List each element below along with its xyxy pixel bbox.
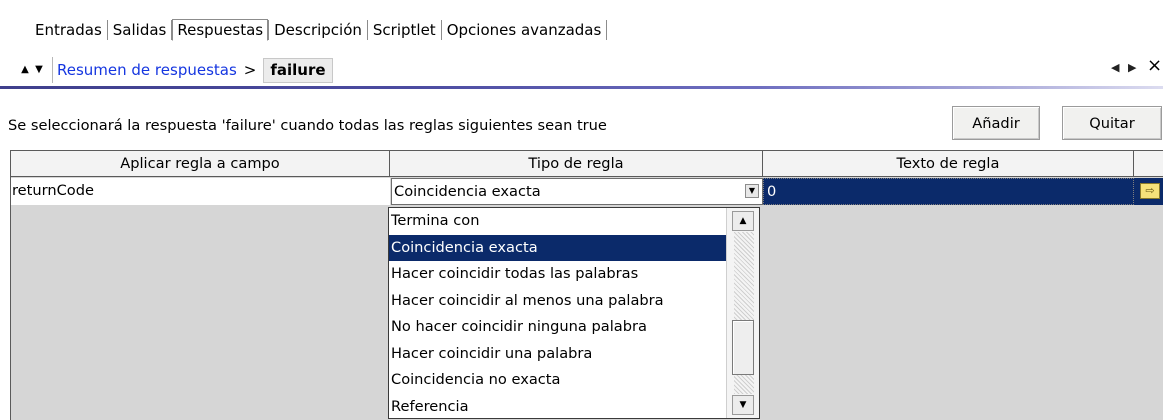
dropdown-option[interactable]: Hacer coincidir todas las palabras [389,261,728,288]
scroll-down-icon[interactable]: ▼ [732,395,754,415]
close-icon[interactable]: × [1147,56,1162,76]
pencil-arrow-icon[interactable]: ⇨ [1140,183,1160,199]
column-header-rule-type[interactable]: Tipo de regla [390,151,763,177]
scroll-up-icon[interactable]: ▲ [732,211,754,231]
triangle-left-icon[interactable]: ◀ [1111,61,1119,74]
breadcrumb: ▲ ▼ Resumen de respuestas > failure [18,55,333,85]
triangle-down-icon[interactable]: ▼ [32,65,46,75]
column-header-field[interactable]: Aplicar regla a campo [11,151,390,177]
tab-descripcion[interactable]: Descripción [269,20,367,40]
breadcrumb-divider [52,57,53,83]
rule-type-dropdown: Termina con Coincidencia exacta Hacer co… [388,207,760,419]
dropdown-option[interactable]: No hacer coincidir ninguna palabra [389,314,728,341]
tab-respuestas[interactable]: Respuestas [172,19,269,41]
triangle-up-icon[interactable]: ▲ [18,65,32,75]
dropdown-option[interactable]: Hacer coincidir al menos una palabra [389,288,728,315]
breadcrumb-separator: > [243,61,257,79]
remove-button[interactable]: Quitar [1062,106,1162,140]
rules-description: Se seleccionará la respuesta 'failure' c… [8,117,607,134]
rule-type-select[interactable]: Coincidencia exacta ▼ [391,178,763,205]
column-header-extra [1134,151,1163,177]
tab-divider [606,20,608,40]
dropdown-option[interactable]: Termina con [389,208,728,235]
cell-rule-text[interactable]: 0 [763,178,1134,205]
tab-opciones-avanzadas[interactable]: Opciones avanzadas [442,20,607,40]
dropdown-option-selected[interactable]: Coincidencia exacta [389,234,728,261]
tab-scriptlet[interactable]: Scriptlet [368,20,441,40]
breadcrumb-underline [0,86,1163,89]
triangle-right-icon[interactable]: ▶ [1128,61,1136,74]
dropdown-option[interactable]: Coincidencia no exacta [389,367,728,394]
chevron-down-icon[interactable]: ▼ [745,184,759,198]
tab-entradas[interactable]: Entradas [30,20,107,40]
breadcrumb-link-resumen[interactable]: Resumen de respuestas [57,61,237,79]
add-button[interactable]: Añadir [952,106,1040,140]
dropdown-option[interactable]: Hacer coincidir una palabra [389,341,728,368]
breadcrumb-current: failure [263,57,333,83]
cell-field[interactable]: returnCode [11,178,390,205]
tab-bar: Entradas Salidas Respuestas Descripción … [30,18,608,42]
column-header-rule-text[interactable]: Texto de regla [763,151,1134,177]
edit-cell[interactable]: ⇨ [1134,178,1163,205]
rule-type-value: Coincidencia exacta [394,183,541,200]
dropdown-scrollbar[interactable]: ▲ ▼ [726,208,759,418]
dropdown-option[interactable]: Referencia [389,394,728,419]
tab-salidas[interactable]: Salidas [108,20,172,40]
scrollbar-thumb[interactable] [732,320,754,375]
